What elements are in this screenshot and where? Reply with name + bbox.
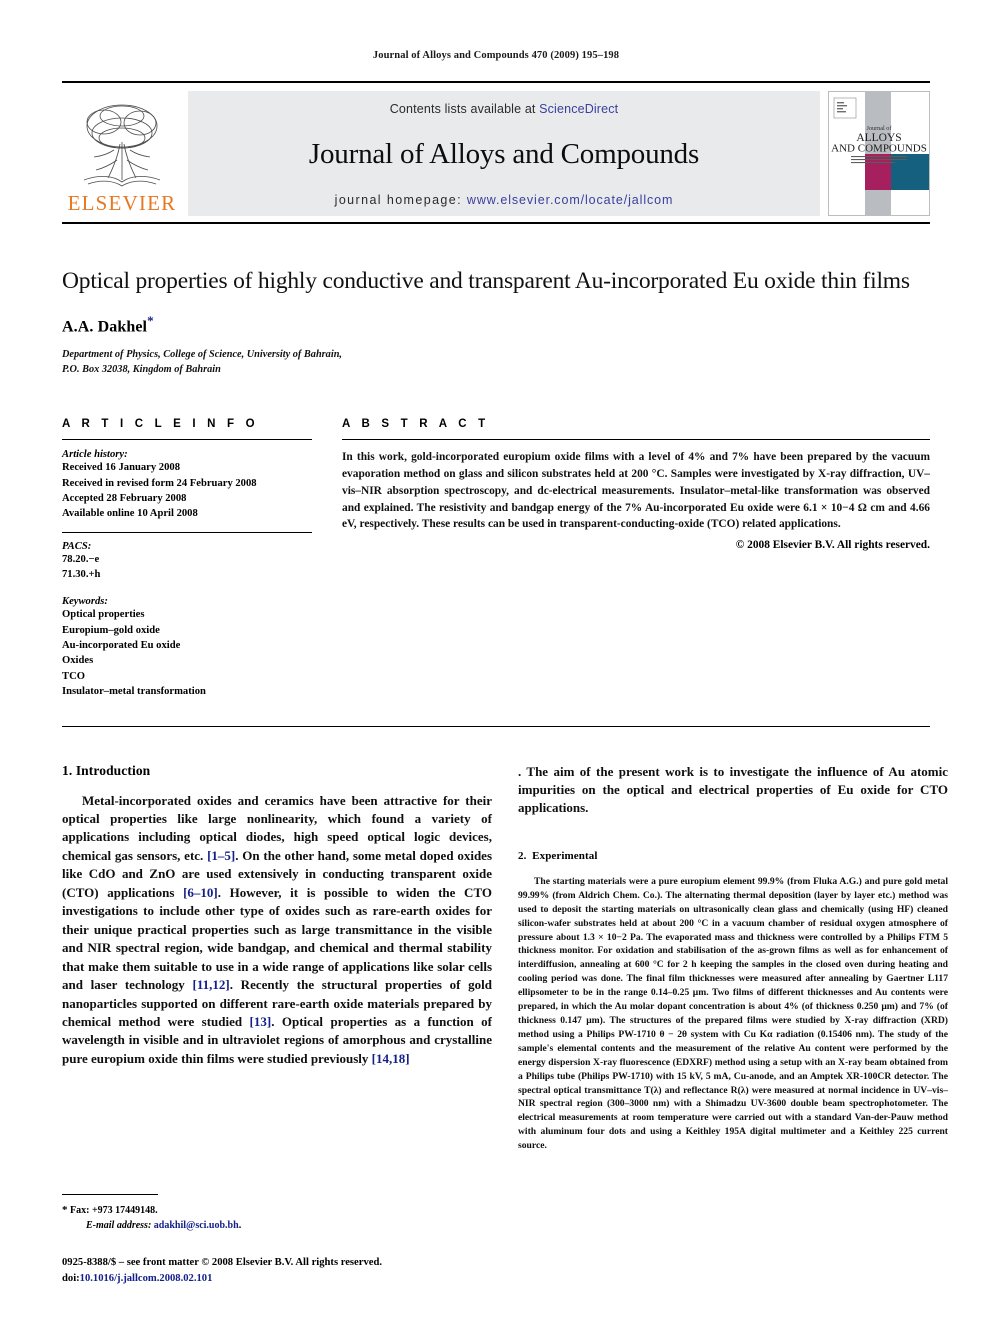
keyword-5: TCO — [62, 670, 85, 682]
citation-13[interactable]: [13] — [250, 1014, 272, 1029]
abstract-heading: A B S T R A C T — [342, 418, 490, 431]
abstract-body: In this work, gold-incorporated europium… — [342, 451, 930, 531]
email-label: E-mail address: — [86, 1220, 152, 1232]
elsevier-tree-icon — [74, 100, 170, 192]
issn-copyright-line: 0925-8388/$ – see front matter © 2008 El… — [62, 1257, 382, 1269]
footnote-email: E-mail address: adakhil@sci.uob.bh. — [62, 1218, 492, 1233]
paper-page: Journal of Alloys and Compounds 470 (200… — [0, 0, 992, 1323]
article-history-label: Article history: — [62, 449, 128, 461]
citation-6-10[interactable]: [6–10] — [183, 885, 218, 900]
page-title: Optical properties of highly conductive … — [62, 268, 910, 294]
sciencedirect-banner: Contents lists available at ScienceDirec… — [188, 91, 820, 216]
section-heading-experimental: 2. Experimental — [518, 850, 948, 862]
abstract-copyright: © 2008 Elsevier B.V. All rights reserved… — [735, 539, 930, 552]
author-name: A.A. Dakhel — [62, 318, 148, 336]
abstract-rule — [342, 439, 930, 441]
experimental-number: 2. — [518, 849, 527, 862]
journal-homepage-line: journal homepage: www.elsevier.com/locat… — [335, 193, 674, 207]
article-history-received: Received 16 January 2008 — [62, 462, 180, 474]
fax-text: Fax: +973 17449148. — [70, 1204, 158, 1216]
masthead-bottom-rule — [62, 222, 930, 224]
pacs-label: PACS: — [62, 540, 92, 552]
elsevier-logo: ELSEVIER — [62, 91, 182, 216]
keyword-3: Au-incorporated Eu oxide — [62, 640, 181, 652]
experimental-title: Experimental — [532, 849, 598, 862]
article-info-column: A R T I C L E I N F O Article history: R… — [62, 418, 312, 699]
homepage-prefix: journal homepage: — [334, 193, 467, 207]
journal-title: Journal of Alloys and Compounds — [308, 138, 700, 170]
body-columns: 1. Introduction Metal-incorporated oxide… — [62, 763, 948, 1153]
footnote-rule — [62, 1193, 158, 1195]
contents-available-line: Contents lists available at ScienceDirec… — [390, 102, 618, 116]
svg-text:Journal of: Journal of — [867, 125, 893, 132]
email-suffix: . — [238, 1220, 242, 1232]
keywords-label: Keywords: — [62, 596, 108, 608]
article-info-heading: A R T I C L E I N F O — [62, 418, 259, 431]
journal-masthead: ELSEVIER Contents lists available at Sci… — [62, 81, 930, 216]
pacs-code-1: 78.20.−e — [62, 553, 100, 565]
introduction-paragraph: Metal-incorporated oxides and ceramics h… — [62, 792, 492, 1069]
journal-homepage-link[interactable]: www.elsevier.com/locate/jallcom — [467, 193, 673, 207]
right-column: . The aim of the present work is to inve… — [518, 763, 948, 1153]
introduction-title: Introduction — [75, 762, 151, 778]
footnote-fax: * Fax: +973 17449148. — [62, 1202, 492, 1219]
article-history-revised: Received in revised form 24 February 200… — [62, 477, 257, 489]
experimental-spacer — [518, 828, 948, 850]
issn-block: 0925-8388/$ – see front matter © 2008 El… — [62, 1255, 492, 1287]
keyword-6: Insulator–metal transformation — [62, 686, 206, 698]
affiliation-line-2: P.O. Box 32038, Kingdom of Bahrain — [62, 364, 221, 376]
intro-text-3: . However, it is possible to widen the C… — [62, 884, 492, 993]
citation-14-18[interactable]: [14,18] — [372, 1051, 410, 1066]
section-heading-introduction: 1. Introduction — [62, 763, 492, 779]
title-block: Optical properties of highly conductive … — [62, 266, 930, 378]
citation-1-5[interactable]: [1–5] — [207, 848, 235, 863]
doi-line: doi:10.1016/j.jallcom.2008.02.101 — [62, 1271, 492, 1287]
pacs-keywords-gap — [62, 582, 312, 596]
article-info-rule — [62, 439, 312, 441]
svg-text:AND COMPOUNDS: AND COMPOUNDS — [831, 143, 927, 155]
article-history-online: Available online 10 April 2008 — [62, 508, 198, 520]
introduction-number: 1. — [62, 762, 73, 778]
sciencedirect-link[interactable]: ScienceDirect — [539, 102, 618, 116]
abstract-column: A B S T R A C T In this work, gold-incor… — [342, 418, 930, 699]
doi-label: doi: — [62, 1273, 80, 1285]
keyword-4: Oxides — [62, 655, 94, 667]
keyword-1: Optical properties — [62, 609, 145, 621]
article-history-accepted: Accepted 28 February 2008 — [62, 492, 187, 504]
doi-link[interactable]: 10.1016/j.jallcom.2008.02.101 — [80, 1273, 213, 1284]
affiliation: Department of Physics, College of Scienc… — [62, 348, 930, 378]
running-head: Journal of Alloys and Compounds 470 (200… — [372, 50, 620, 61]
citation-11-12[interactable]: [11,12] — [193, 977, 230, 992]
experimental-paragraph: The starting materials were a pure europ… — [518, 875, 948, 1152]
corresponding-author-marker: * — [147, 313, 154, 329]
pacs-rule — [62, 531, 312, 533]
footnote-area: * Fax: +973 17449148. E-mail address: ad… — [62, 1193, 492, 1287]
pacs-code-2: 71.30.+h — [62, 569, 101, 581]
footnote-marker: * — [62, 1203, 68, 1216]
introduction-continuation: . The aim of the present work is to inve… — [518, 763, 948, 816]
info-abstract-row: A R T I C L E I N F O Article history: R… — [62, 418, 930, 699]
abstract-bottom-rule — [62, 725, 930, 727]
left-column: 1. Introduction Metal-incorporated oxide… — [62, 763, 492, 1153]
elsevier-wordmark: ELSEVIER — [67, 191, 177, 215]
author-list: A.A. Dakhel* — [62, 313, 930, 336]
contents-prefix: Contents lists available at — [389, 102, 540, 116]
email-link[interactable]: adakhil@sci.uob.bh — [154, 1220, 239, 1231]
affiliation-line-1: Department of Physics, College of Scienc… — [62, 349, 342, 361]
journal-cover-thumbnail: Journal of ALLOYS AND COMPOUNDS — [828, 91, 930, 216]
keyword-2: Europium–gold oxide — [62, 624, 160, 636]
